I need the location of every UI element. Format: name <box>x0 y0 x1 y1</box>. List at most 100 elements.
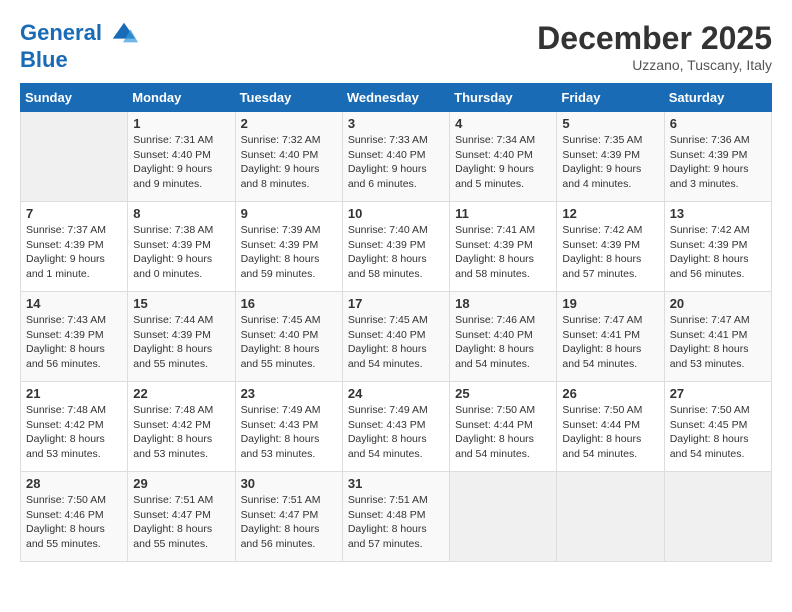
day-number: 12 <box>562 206 658 221</box>
logo-text: General <box>20 20 138 48</box>
calendar-cell: 7 Sunrise: 7:37 AM Sunset: 4:39 PM Daylig… <box>21 202 128 292</box>
calendar-cell: 8 Sunrise: 7:38 AM Sunset: 4:39 PM Daylig… <box>128 202 235 292</box>
day-number: 27 <box>670 386 766 401</box>
calendar-cell: 22 Sunrise: 7:48 AM Sunset: 4:42 PM Dayli… <box>128 382 235 472</box>
day-info: Sunrise: 7:36 AM Sunset: 4:39 PM Dayligh… <box>670 133 766 192</box>
day-number: 31 <box>348 476 444 491</box>
day-info: Sunrise: 7:40 AM Sunset: 4:39 PM Dayligh… <box>348 223 444 282</box>
day-number: 16 <box>241 296 337 311</box>
day-info: Sunrise: 7:48 AM Sunset: 4:42 PM Dayligh… <box>133 403 229 462</box>
calendar-body: 1Sunrise: 7:31 AM Sunset: 4:40 PM Daylig… <box>21 112 772 562</box>
calendar-cell: 15 Sunrise: 7:44 AM Sunset: 4:39 PM Dayli… <box>128 292 235 382</box>
day-number: 15 <box>133 296 229 311</box>
calendar-cell: 2 Sunrise: 7:32 AM Sunset: 4:40 PM Daylig… <box>235 112 342 202</box>
calendar-cell: 1Sunrise: 7:31 AM Sunset: 4:40 PM Daylig… <box>128 112 235 202</box>
calendar-cell: 16 Sunrise: 7:45 AM Sunset: 4:40 PM Dayli… <box>235 292 342 382</box>
day-number: 24 <box>348 386 444 401</box>
calendar-table: SundayMondayTuesdayWednesdayThursdayFrid… <box>20 83 772 562</box>
weekday-header: Friday <box>557 84 664 112</box>
day-number: 10 <box>348 206 444 221</box>
day-number: 28 <box>26 476 122 491</box>
day-number: 14 <box>26 296 122 311</box>
day-info: Sunrise: 7:45 AM Sunset: 4:40 PM Dayligh… <box>348 313 444 372</box>
calendar-cell: 27 Sunrise: 7:50 AM Sunset: 4:45 PM Dayli… <box>664 382 771 472</box>
day-info: Sunrise: 7:44 AM Sunset: 4:39 PM Dayligh… <box>133 313 229 372</box>
day-info: Sunrise: 7:49 AM Sunset: 4:43 PM Dayligh… <box>348 403 444 462</box>
calendar-cell: 9 Sunrise: 7:39 AM Sunset: 4:39 PM Daylig… <box>235 202 342 292</box>
day-number: 22 <box>133 386 229 401</box>
day-info: Sunrise: 7:38 AM Sunset: 4:39 PM Dayligh… <box>133 223 229 282</box>
calendar-cell: 20 Sunrise: 7:47 AM Sunset: 4:41 PM Dayli… <box>664 292 771 382</box>
day-info: Sunrise: 7:50 AM Sunset: 4:44 PM Dayligh… <box>455 403 551 462</box>
day-number: 26 <box>562 386 658 401</box>
day-number: 21 <box>26 386 122 401</box>
calendar-cell <box>21 112 128 202</box>
day-number: 3 <box>348 116 444 131</box>
weekday-header: Sunday <box>21 84 128 112</box>
day-info: Sunrise: 7:45 AM Sunset: 4:40 PM Dayligh… <box>241 313 337 372</box>
day-info: Sunrise: 7:33 AM Sunset: 4:40 PM Dayligh… <box>348 133 444 192</box>
month-title: December 2025 <box>537 20 772 57</box>
day-info: Sunrise: 7:37 AM Sunset: 4:39 PM Dayligh… <box>26 223 122 282</box>
day-info: Sunrise: 7:46 AM Sunset: 4:40 PM Dayligh… <box>455 313 551 372</box>
calendar-cell: 6 Sunrise: 7:36 AM Sunset: 4:39 PM Daylig… <box>664 112 771 202</box>
day-number: 2 <box>241 116 337 131</box>
day-number: 5 <box>562 116 658 131</box>
calendar-cell: 13 Sunrise: 7:42 AM Sunset: 4:39 PM Dayli… <box>664 202 771 292</box>
title-block: December 2025 Uzzano, Tuscany, Italy <box>537 20 772 73</box>
day-info: Sunrise: 7:41 AM Sunset: 4:39 PM Dayligh… <box>455 223 551 282</box>
day-number: 17 <box>348 296 444 311</box>
day-info: Sunrise: 7:51 AM Sunset: 4:47 PM Dayligh… <box>241 493 337 552</box>
day-number: 13 <box>670 206 766 221</box>
day-info: Sunrise: 7:39 AM Sunset: 4:39 PM Dayligh… <box>241 223 337 282</box>
calendar-cell: 19Sunrise: 7:47 AM Sunset: 4:41 PM Dayli… <box>557 292 664 382</box>
calendar-cell: 14Sunrise: 7:43 AM Sunset: 4:39 PM Dayli… <box>21 292 128 382</box>
day-number: 29 <box>133 476 229 491</box>
calendar-week-row: 14Sunrise: 7:43 AM Sunset: 4:39 PM Dayli… <box>21 292 772 382</box>
calendar-cell: 26 Sunrise: 7:50 AM Sunset: 4:44 PM Dayli… <box>557 382 664 472</box>
day-number: 8 <box>133 206 229 221</box>
day-info: Sunrise: 7:32 AM Sunset: 4:40 PM Dayligh… <box>241 133 337 192</box>
calendar-cell: 10 Sunrise: 7:40 AM Sunset: 4:39 PM Dayli… <box>342 202 449 292</box>
weekday-header: Saturday <box>664 84 771 112</box>
weekday-header: Thursday <box>450 84 557 112</box>
day-number: 30 <box>241 476 337 491</box>
calendar-week-row: 28Sunrise: 7:50 AM Sunset: 4:46 PM Dayli… <box>21 472 772 562</box>
day-info: Sunrise: 7:47 AM Sunset: 4:41 PM Dayligh… <box>562 313 658 372</box>
calendar-cell: 11Sunrise: 7:41 AM Sunset: 4:39 PM Dayli… <box>450 202 557 292</box>
calendar-cell: 18 Sunrise: 7:46 AM Sunset: 4:40 PM Dayli… <box>450 292 557 382</box>
logo: General Blue <box>20 20 138 72</box>
day-info: Sunrise: 7:49 AM Sunset: 4:43 PM Dayligh… <box>241 403 337 462</box>
calendar-cell: 23 Sunrise: 7:49 AM Sunset: 4:43 PM Dayli… <box>235 382 342 472</box>
calendar-header-row: SundayMondayTuesdayWednesdayThursdayFrid… <box>21 84 772 112</box>
day-info: Sunrise: 7:50 AM Sunset: 4:45 PM Dayligh… <box>670 403 766 462</box>
calendar-cell: 30 Sunrise: 7:51 AM Sunset: 4:47 PM Dayli… <box>235 472 342 562</box>
weekday-header: Tuesday <box>235 84 342 112</box>
day-info: Sunrise: 7:51 AM Sunset: 4:47 PM Dayligh… <box>133 493 229 552</box>
day-number: 6 <box>670 116 766 131</box>
day-number: 18 <box>455 296 551 311</box>
calendar-cell: 28Sunrise: 7:50 AM Sunset: 4:46 PM Dayli… <box>21 472 128 562</box>
day-info: Sunrise: 7:48 AM Sunset: 4:42 PM Dayligh… <box>26 403 122 462</box>
calendar-cell <box>664 472 771 562</box>
calendar-cell <box>450 472 557 562</box>
calendar-cell: 17 Sunrise: 7:45 AM Sunset: 4:40 PM Dayli… <box>342 292 449 382</box>
calendar-cell: 29 Sunrise: 7:51 AM Sunset: 4:47 PM Dayli… <box>128 472 235 562</box>
weekday-header: Wednesday <box>342 84 449 112</box>
day-number: 20 <box>670 296 766 311</box>
day-info: Sunrise: 7:42 AM Sunset: 4:39 PM Dayligh… <box>670 223 766 282</box>
day-info: Sunrise: 7:50 AM Sunset: 4:44 PM Dayligh… <box>562 403 658 462</box>
day-number: 23 <box>241 386 337 401</box>
day-number: 4 <box>455 116 551 131</box>
day-number: 7 <box>26 206 122 221</box>
calendar-week-row: 1Sunrise: 7:31 AM Sunset: 4:40 PM Daylig… <box>21 112 772 202</box>
day-info: Sunrise: 7:35 AM Sunset: 4:39 PM Dayligh… <box>562 133 658 192</box>
calendar-week-row: 21 Sunrise: 7:48 AM Sunset: 4:42 PM Dayli… <box>21 382 772 472</box>
calendar-cell: 12Sunrise: 7:42 AM Sunset: 4:39 PM Dayli… <box>557 202 664 292</box>
calendar-cell: 4Sunrise: 7:34 AM Sunset: 4:40 PM Daylig… <box>450 112 557 202</box>
day-info: Sunrise: 7:47 AM Sunset: 4:41 PM Dayligh… <box>670 313 766 372</box>
weekday-header: Monday <box>128 84 235 112</box>
day-number: 25 <box>455 386 551 401</box>
day-number: 1 <box>133 116 229 131</box>
day-number: 9 <box>241 206 337 221</box>
